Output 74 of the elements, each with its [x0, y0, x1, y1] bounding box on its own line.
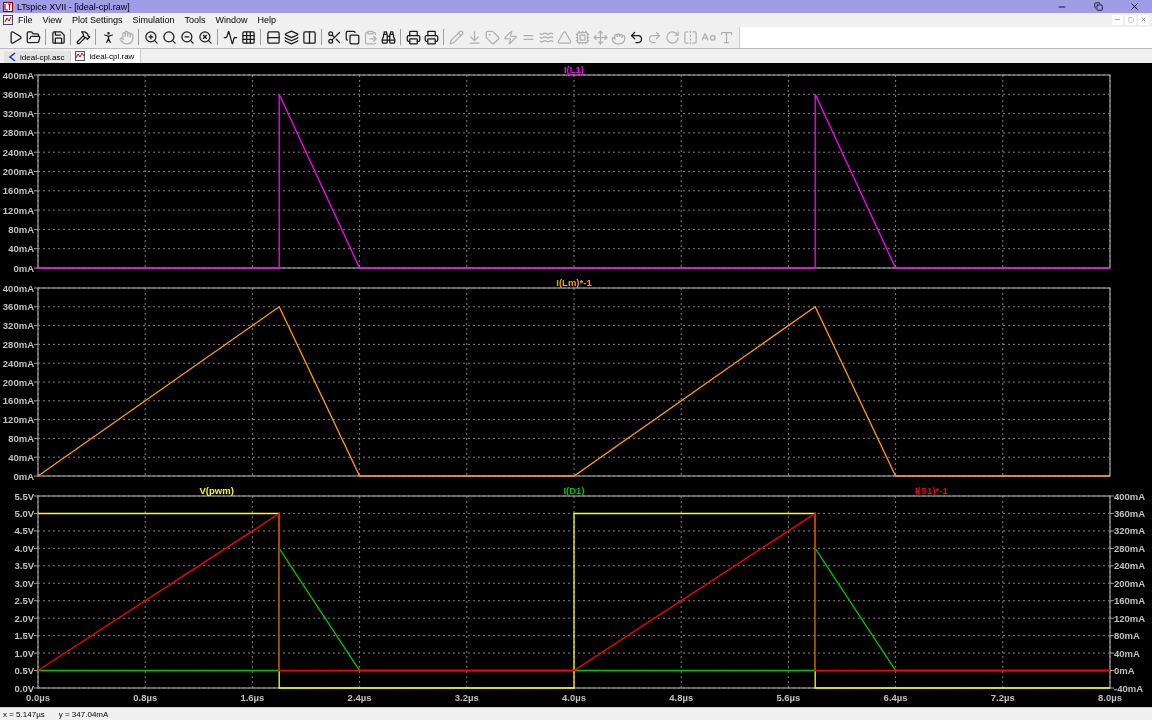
y-tick-label: 160mA: [1114, 595, 1146, 607]
menu-item[interactable]: View: [37, 14, 67, 25]
x-tick-label: 0.0µs: [26, 692, 50, 704]
y-tick-label: 360mA: [2, 89, 34, 101]
y-tick-label: 1.0V: [14, 647, 34, 659]
x-tick-label: 8.0µs: [1098, 692, 1122, 704]
y-tick-label: 240mA: [2, 357, 34, 369]
y-tick-label: 200mA: [2, 376, 34, 388]
y-tick-label: 5.0V: [14, 508, 34, 520]
y-tick-label: 320mA: [2, 108, 34, 120]
x-tick-label: 6.4µs: [883, 692, 908, 704]
trace-label[interactable]: I(S1)*-1: [914, 485, 948, 497]
y-tick-label: -40mA: [1114, 682, 1144, 694]
menu-item[interactable]: Tools: [179, 14, 211, 25]
y-tick-label: 2.5V: [14, 595, 34, 607]
y-tick-label: 120mA: [2, 414, 34, 426]
y-tick-label: 360mA: [2, 301, 34, 313]
menu-item[interactable]: File: [13, 14, 38, 25]
y-tick-label: 3.0V: [14, 578, 34, 589]
document-tab[interactable]: ideal-cpl.asc: [4, 51, 72, 64]
y-tick-label: 4.0V: [14, 543, 34, 555]
trace-label[interactable]: I(Lm)*-1: [556, 277, 592, 289]
y-tick-label: 40mA: [8, 243, 34, 255]
y-tick-label: 160mA: [2, 185, 34, 197]
y-tick-label: 320mA: [1114, 525, 1146, 537]
y-tick-label: 240mA: [1114, 560, 1146, 572]
x-tick-label: 4.8µs: [669, 692, 694, 704]
menu-item[interactable]: Help: [252, 14, 281, 25]
y-tick-label: 1.5V: [14, 630, 34, 642]
x-tick-label: 4.0µs: [562, 692, 586, 704]
y-tick-label: 320mA: [2, 320, 34, 332]
y-tick-label: 400mA: [1114, 490, 1146, 502]
y-tick-label: 3.5V: [14, 560, 34, 572]
menu-item[interactable]: Window: [210, 14, 253, 25]
menu-item[interactable]: Plot Settings: [66, 14, 128, 25]
document-tab[interactable]: ideal-cpl.raw: [71, 49, 142, 64]
y-tick-label: 400mA: [2, 282, 34, 294]
y-tick-label: 4.5V: [14, 525, 34, 537]
y-tick-label: 160mA: [2, 395, 34, 407]
y-tick-label: 40mA: [8, 451, 34, 463]
cursor-y-reading: y = 347.04mA: [58, 709, 109, 719]
y-tick-label: 0mA: [13, 262, 34, 274]
x-tick-label: 3.2µs: [454, 692, 479, 704]
y-tick-label: 5.5V: [14, 490, 34, 502]
trace-label[interactable]: V(pwm): [199, 485, 234, 497]
menu-item[interactable]: Simulation: [127, 14, 180, 25]
y-tick-label: 80mA: [8, 433, 34, 445]
x-tick-label: 2.4µs: [347, 692, 372, 704]
x-tick-label: 7.2µs: [990, 692, 1015, 704]
y-tick-label: 0mA: [1114, 665, 1135, 677]
x-tick-label: 1.6µs: [240, 692, 265, 704]
y-tick-label: 40mA: [1114, 647, 1140, 659]
y-tick-label: 400mA: [2, 69, 34, 81]
y-tick-label: 280mA: [2, 127, 34, 139]
y-tick-label: 120mA: [1114, 612, 1146, 624]
y-tick-label: 200mA: [1114, 578, 1146, 589]
y-tick-label: 360mA: [1114, 508, 1146, 520]
y-tick-label: 200mA: [2, 166, 34, 178]
y-tick-label: 240mA: [2, 146, 34, 158]
y-tick-label: 80mA: [1114, 630, 1140, 642]
trace-label[interactable]: I(D1): [563, 485, 585, 497]
y-tick-label: 0.0V: [14, 682, 34, 694]
y-tick-label: 0mA: [13, 470, 34, 482]
cursor-x-reading: x = 5.147µs: [3, 709, 45, 719]
y-tick-label: 120mA: [2, 204, 34, 216]
y-tick-label: 80mA: [8, 224, 34, 236]
window-title: LTspice XVII - [ideal-cpl.raw]: [17, 1, 131, 12]
x-tick-label: 5.6µs: [776, 692, 801, 704]
y-tick-label: 2.0V: [14, 612, 34, 624]
y-tick-label: 0.5V: [14, 665, 34, 677]
trace-label[interactable]: I(L1): [563, 64, 585, 76]
y-tick-label: 280mA: [1114, 543, 1146, 555]
x-tick-label: 0.8µs: [133, 692, 158, 704]
y-tick-label: 280mA: [2, 339, 34, 351]
